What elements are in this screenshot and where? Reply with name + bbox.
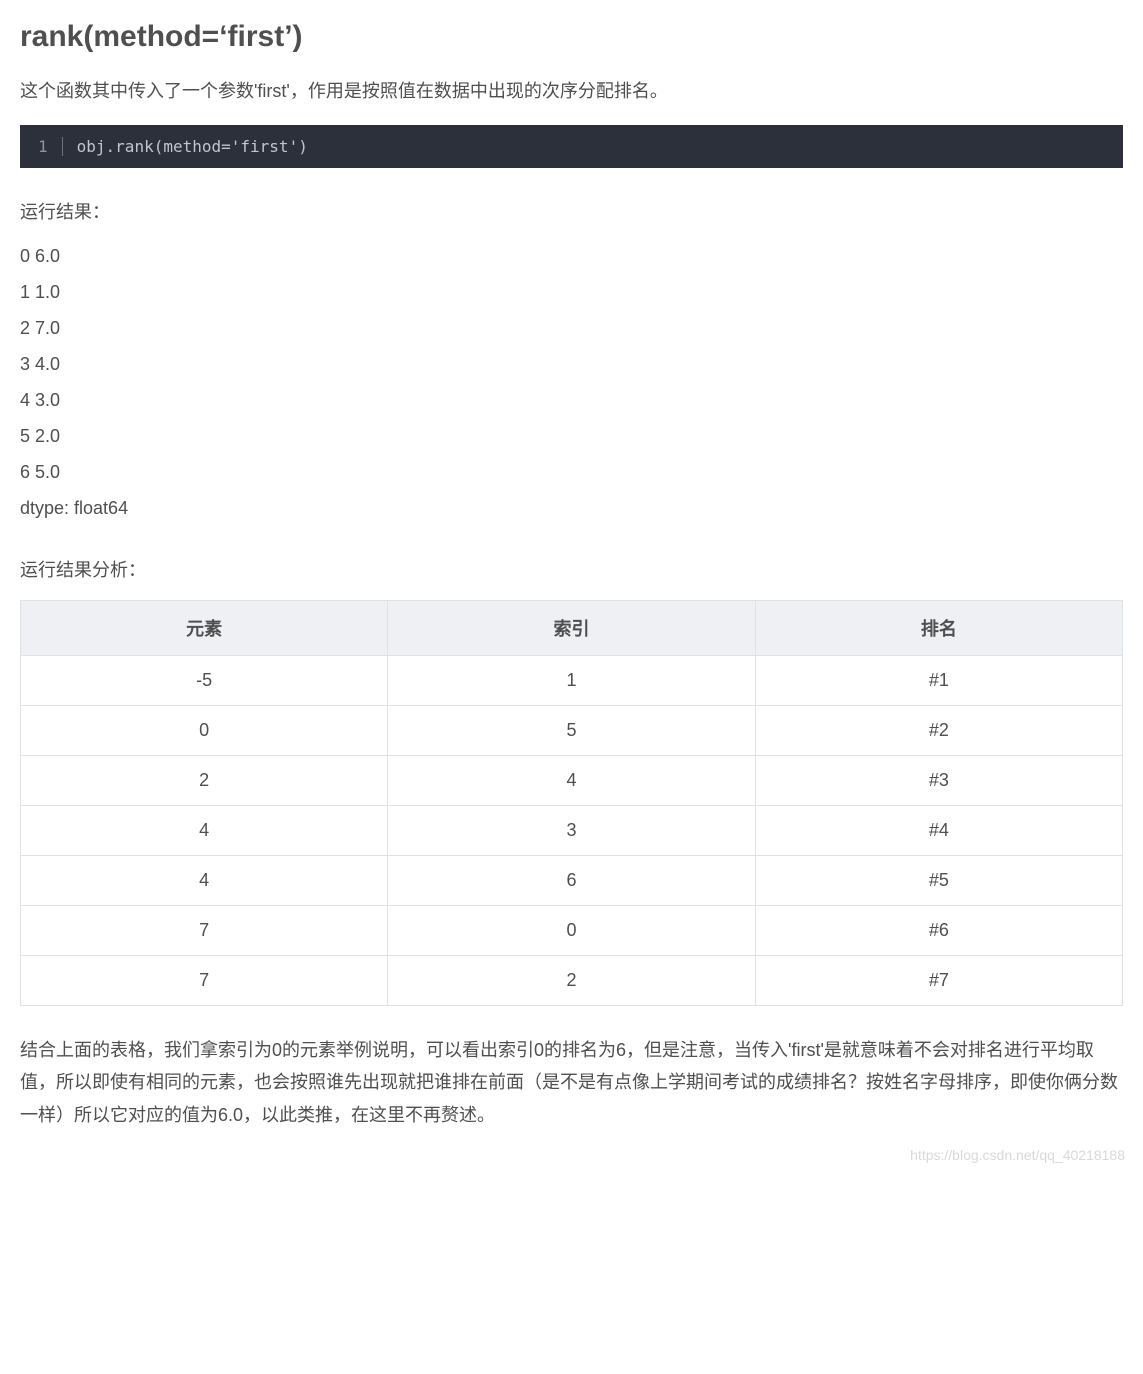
table-header-cell: 索引: [388, 601, 755, 656]
table-cell: 4: [21, 806, 388, 856]
table-row: 0 5 #2: [21, 706, 1123, 756]
watermark: https://blog.csdn.net/qq_40218188: [910, 1147, 1125, 1163]
table-cell: #5: [755, 856, 1122, 906]
table-header-cell: 元素: [21, 601, 388, 656]
analysis-header: 运行结果分析：: [20, 556, 1123, 582]
code-line-number: 1: [38, 137, 63, 156]
analysis-table: 元素 索引 排名 -5 1 #1 0 5 #2 2 4 #3 4 3 #4 4 …: [20, 600, 1123, 1006]
table-header-cell: 排名: [755, 601, 1122, 656]
table-cell: 0: [21, 706, 388, 756]
table-cell: 6: [388, 856, 755, 906]
result-header: 运行结果：: [20, 198, 1123, 224]
table-cell: -5: [21, 656, 388, 706]
table-cell: 4: [21, 856, 388, 906]
table-cell: #2: [755, 706, 1122, 756]
conclusion-paragraph: 结合上面的表格，我们拿索引为0的元素举例说明，可以看出索引0的排名为6，但是注意…: [20, 1034, 1123, 1131]
table-cell: 4: [388, 756, 755, 806]
result-line: 4 3.0: [20, 382, 1123, 418]
result-line: 0 6.0: [20, 238, 1123, 274]
table-row: 2 4 #3: [21, 756, 1123, 806]
section-heading: rank(method=‘first’): [20, 20, 1123, 54]
table-row: 4 6 #5: [21, 856, 1123, 906]
table-row: 4 3 #4: [21, 806, 1123, 856]
table-cell: 1: [388, 656, 755, 706]
table-cell: 2: [21, 756, 388, 806]
result-line: 6 5.0: [20, 454, 1123, 490]
result-output: 0 6.0 1 1.0 2 7.0 3 4.0 4 3.0 5 2.0 6 5.…: [20, 238, 1123, 526]
result-line: 5 2.0: [20, 418, 1123, 454]
table-cell: #3: [755, 756, 1122, 806]
result-line: 3 4.0: [20, 346, 1123, 382]
table-cell: 0: [388, 906, 755, 956]
table-cell: 2: [388, 956, 755, 1006]
table-cell: #4: [755, 806, 1122, 856]
result-line: 2 7.0: [20, 310, 1123, 346]
table-cell: #1: [755, 656, 1122, 706]
table-cell: 7: [21, 956, 388, 1006]
table-row: -5 1 #1: [21, 656, 1123, 706]
result-line: dtype: float64: [20, 490, 1123, 526]
table-row: 7 0 #6: [21, 906, 1123, 956]
table-cell: #6: [755, 906, 1122, 956]
table-cell: #7: [755, 956, 1122, 1006]
intro-paragraph: 这个函数其中传入了一个参数'first'，作用是按照值在数据中出现的次序分配排名…: [20, 78, 1123, 105]
table-header-row: 元素 索引 排名: [21, 601, 1123, 656]
table-cell: 5: [388, 706, 755, 756]
table-cell: 7: [21, 906, 388, 956]
table-cell: 3: [388, 806, 755, 856]
code-block: 1 obj.rank(method='first'): [20, 125, 1123, 168]
code-content: obj.rank(method='first'): [77, 137, 308, 156]
result-line: 1 1.0: [20, 274, 1123, 310]
table-row: 7 2 #7: [21, 956, 1123, 1006]
